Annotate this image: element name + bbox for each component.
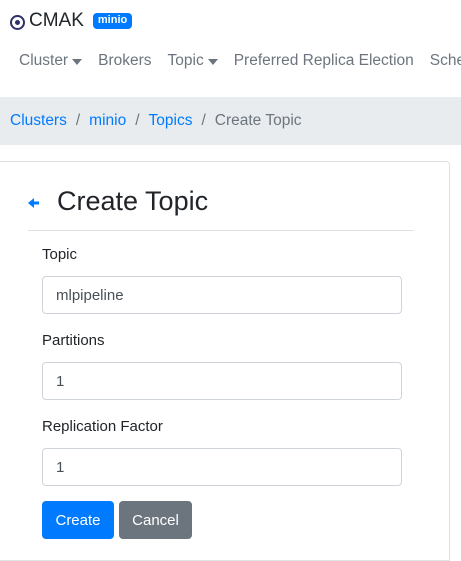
breadcrumb-separator: / bbox=[75, 112, 81, 129]
breadcrumb-separator: / bbox=[201, 112, 206, 129]
breadcrumb-clusters[interactable]: Clusters bbox=[10, 112, 67, 130]
replication-factor-label: Replication Factor bbox=[42, 418, 163, 435]
nav-schedule[interactable]: Sche bbox=[430, 52, 461, 70]
breadcrumb-cluster[interactable]: minio bbox=[89, 112, 126, 130]
partitions-input[interactable] bbox=[42, 362, 402, 400]
nav-cluster-label: Cluster bbox=[19, 52, 69, 69]
replication-factor-input[interactable] bbox=[42, 448, 402, 486]
partitions-label: Partitions bbox=[42, 332, 105, 349]
breadcrumb-current: Create Topic bbox=[214, 112, 302, 129]
caret-down-icon bbox=[72, 58, 83, 65]
back-arrow-icon[interactable] bbox=[28, 197, 40, 209]
cluster-badge: minio bbox=[92, 13, 133, 29]
nav-brokers[interactable]: Brokers bbox=[98, 52, 151, 70]
breadcrumb-separator: / bbox=[135, 112, 140, 129]
nav-preferred-replica-election[interactable]: Preferred Replica Election bbox=[234, 52, 414, 70]
nav-topic-label: Topic bbox=[167, 52, 204, 69]
cancel-button[interactable]: Cancel bbox=[119, 501, 192, 539]
nav-topic-dropdown[interactable]: Topic bbox=[168, 52, 218, 70]
create-button[interactable]: Create bbox=[42, 501, 114, 539]
topic-label: Topic bbox=[42, 246, 78, 263]
logo-icon bbox=[10, 15, 25, 30]
nav-cluster-dropdown[interactable]: Cluster bbox=[19, 52, 83, 70]
breadcrumb: Clusters / minio / Topics / Create Topic bbox=[0, 97, 461, 145]
card-header: Create Topic bbox=[28, 184, 414, 231]
topic-input[interactable] bbox=[42, 276, 402, 314]
page-title: Create Topic bbox=[57, 186, 209, 216]
brand-name[interactable]: CMAK bbox=[29, 10, 84, 32]
caret-down-icon bbox=[207, 58, 218, 65]
brand[interactable]: CMAK minio bbox=[10, 10, 133, 32]
main-nav: Cluster Brokers Topic Preferred Replica … bbox=[19, 52, 461, 70]
breadcrumb-topics[interactable]: Topics bbox=[149, 112, 193, 130]
